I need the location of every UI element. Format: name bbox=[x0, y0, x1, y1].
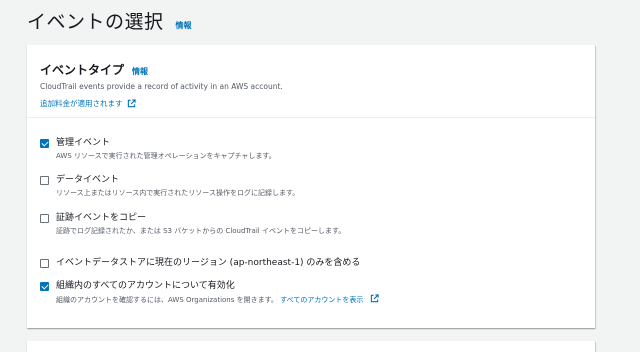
option-description: 証跡でログ記録されたか、または S3 バケットからの CloudTrail イベ… bbox=[56, 227, 346, 235]
pricing-link[interactable]: 追加料金が適用されます bbox=[40, 98, 136, 109]
panel-info-link[interactable]: 情報 bbox=[132, 66, 148, 77]
option-label: イベントデータストアに現在のリージョン (ap-northeast-1) のみを… bbox=[56, 258, 361, 268]
option-description: リソース上またはリソース内で実行されたリソース操作をログに記録します。 bbox=[56, 189, 300, 197]
option-management-events[interactable]: 管理イベント AWS リソースで実行された管理オペレーションをキャプチャします。 bbox=[40, 137, 276, 162]
next-panel bbox=[27, 341, 595, 352]
option-org-accounts[interactable]: 組織内のすべてのアカウントについて有効化 組織のアカウントを確認するには、AWS… bbox=[40, 280, 379, 306]
option-data-events[interactable]: データイベント リソース上またはリソース内で実行されたリソース操作をログに記録し… bbox=[40, 174, 299, 199]
external-link-icon bbox=[127, 99, 136, 108]
org-accounts-checkbox[interactable] bbox=[40, 282, 49, 291]
panel-title: イベントタイプ bbox=[40, 63, 125, 77]
panel-title-row: イベントタイプ 情報 bbox=[40, 61, 582, 78]
page-info-link[interactable]: 情報 bbox=[176, 20, 192, 31]
option-label: 証跡イベントをコピー bbox=[56, 213, 147, 223]
panel-divider bbox=[27, 117, 595, 118]
option-label: データイベント bbox=[56, 175, 120, 185]
pricing-link-label: 追加料金が適用されます bbox=[40, 99, 123, 108]
option-description: 組織のアカウントを確認するには、AWS Organizations を開きます。… bbox=[56, 294, 379, 306]
view-all-accounts-link[interactable]: すべてのアカウントを表示 bbox=[280, 296, 363, 304]
event-type-panel: イベントタイプ 情報 CloudTrail events provide a r… bbox=[27, 45, 595, 328]
org-description-text: 組織のアカウントを確認するには、AWS Organizations を開きます。 bbox=[56, 296, 278, 304]
panel-description: CloudTrail events provide a record of ac… bbox=[40, 82, 283, 91]
option-current-region-only[interactable]: イベントデータストアに現在のリージョン (ap-northeast-1) のみを… bbox=[40, 257, 360, 270]
option-copy-trail-events[interactable]: 証跡イベントをコピー 証跡でログ記録されたか、または S3 バケットからの Cl… bbox=[40, 212, 345, 237]
external-link-icon bbox=[370, 294, 379, 303]
page-title: イベントの選択 bbox=[27, 11, 164, 33]
current-region-checkbox[interactable] bbox=[40, 259, 49, 268]
option-description: AWS リソースで実行された管理オペレーションをキャプチャします。 bbox=[56, 152, 276, 160]
panel-header: イベントタイプ 情報 CloudTrail events provide a r… bbox=[40, 61, 582, 110]
option-label: 組織内のすべてのアカウントについて有効化 bbox=[56, 281, 235, 291]
option-label: 管理イベント bbox=[56, 138, 111, 148]
management-events-checkbox[interactable] bbox=[40, 139, 49, 148]
page-header: イベントの選択 情報 bbox=[27, 7, 192, 34]
copy-trail-events-checkbox[interactable] bbox=[40, 214, 49, 223]
data-events-checkbox[interactable] bbox=[40, 176, 49, 185]
